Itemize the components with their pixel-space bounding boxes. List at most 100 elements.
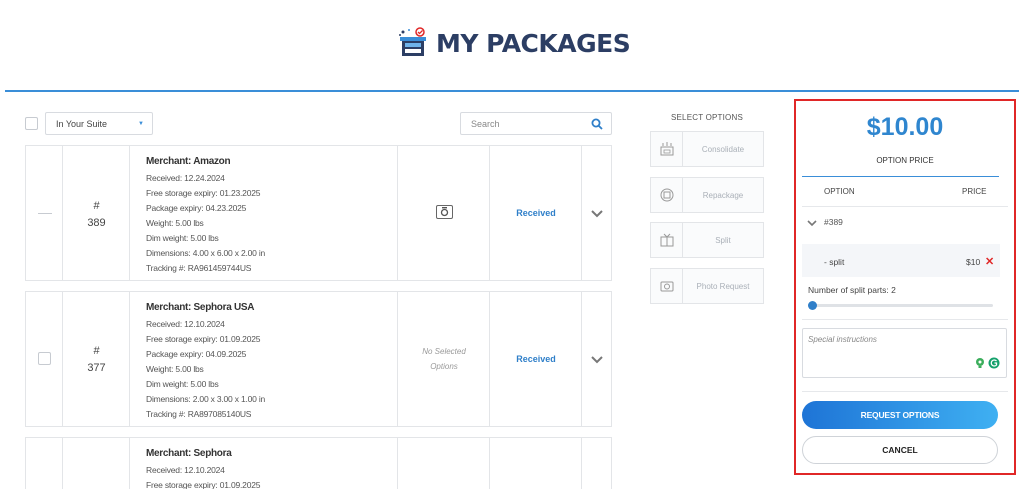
- number-prefix: #: [93, 345, 100, 357]
- split-button[interactable]: Split: [650, 222, 764, 258]
- camera-icon[interactable]: [436, 205, 453, 219]
- photo-request-label: Photo Request: [696, 282, 750, 291]
- package-expiry: Package expiry: 04.23.2025: [146, 203, 247, 213]
- package-details: Merchant: Sephora Received: 12.10.2024 F…: [146, 446, 260, 489]
- no-options-line2: Options: [430, 362, 458, 371]
- chevron-down-icon[interactable]: [590, 209, 604, 219]
- selected-option-row: - split $10 ✕: [802, 244, 1000, 277]
- consolidate-button[interactable]: Consolidate: [650, 131, 764, 167]
- package-number: # 389: [63, 198, 130, 232]
- grammarly-icon[interactable]: [988, 357, 1000, 369]
- packages-icon: [399, 27, 426, 56]
- package-checkbox[interactable]: [38, 352, 51, 365]
- special-instructions-input[interactable]: Special instructions: [802, 328, 1007, 378]
- expand-col: [582, 146, 612, 280]
- consolidate-icon: [660, 142, 674, 156]
- page-header: MY PACKAGES: [0, 0, 1024, 92]
- lightbulb-icon[interactable]: [974, 357, 986, 369]
- photo-col: [398, 146, 490, 280]
- select-col: [26, 292, 63, 426]
- search-icon[interactable]: [591, 118, 603, 130]
- expand-col: [582, 438, 612, 489]
- suite-filter-value: In Your Suite: [56, 119, 108, 129]
- select-options-title: SELECT OPTIONS: [670, 113, 743, 122]
- option-price-label: OPTION PRICE: [876, 156, 934, 165]
- textarea-separator: [802, 391, 1008, 392]
- disabled-checkbox: [38, 213, 52, 214]
- number-value: 377: [87, 362, 106, 374]
- chevron-down-icon[interactable]: [807, 220, 817, 227]
- slider-handle[interactable]: [808, 301, 817, 310]
- options-summary-panel: $10.00 OPTION PRICE OPTION PRICE #389 - …: [794, 99, 1016, 475]
- status-col: Received: [490, 292, 582, 426]
- camera-icon: [660, 281, 674, 292]
- tracking-number: Tracking #: RA961459744US: [146, 263, 252, 273]
- chevron-down-icon[interactable]: [590, 355, 604, 365]
- package-details: Merchant: Sephora USA Received: 12.10.20…: [146, 300, 265, 422]
- title-wrap: MY PACKAGES: [396, 26, 631, 60]
- select-all-checkbox[interactable]: [25, 117, 38, 130]
- status-col: [490, 438, 582, 489]
- repackage-icon-box: [651, 178, 683, 212]
- request-options-button[interactable]: REQUEST OPTIONS: [802, 401, 998, 429]
- options-col: [398, 438, 490, 489]
- photo-request-button[interactable]: Photo Request: [650, 268, 764, 304]
- repackage-button[interactable]: Repackage: [650, 177, 764, 213]
- cancel-button[interactable]: CANCEL: [802, 436, 998, 464]
- number-value: 389: [87, 217, 106, 229]
- page-title: MY PACKAGES: [436, 28, 631, 58]
- status-badge: Received: [516, 354, 556, 364]
- status-badge: Received: [516, 208, 556, 218]
- weight: Weight: 5.00 lbs: [146, 364, 204, 374]
- merchant: Merchant: Sephora: [146, 448, 232, 459]
- split-parts-slider[interactable]: [810, 304, 993, 307]
- slider-separator: [802, 319, 1008, 320]
- consolidate-label: Consolidate: [701, 145, 745, 154]
- column-header-price: PRICE: [962, 187, 987, 196]
- status-col: Received: [490, 146, 582, 280]
- dimensions: Dimensions: 2.00 x 3.00 x 1.00 in: [146, 394, 266, 404]
- received-date: Received: 12.24.2024: [146, 173, 225, 183]
- column-header-option: OPTION: [824, 187, 855, 196]
- select-col: [26, 438, 63, 489]
- merchant: Merchant: Amazon: [146, 156, 231, 167]
- search-placeholder: Search: [471, 119, 500, 129]
- free-storage-expiry: Free storage expiry: 01.23.2025: [146, 188, 261, 198]
- package-card[interactable]: # 389 Merchant: Amazon Received: 12.24.2…: [25, 145, 612, 281]
- package-card[interactable]: Merchant: Sephora Received: 12.10.2024 F…: [25, 437, 612, 489]
- dim-weight: Dim weight: 5.00 lbs: [146, 379, 219, 389]
- tracking-number: Tracking #: RA897085140US: [146, 409, 252, 419]
- instructions-placeholder: Special instructions: [808, 335, 877, 344]
- expand-col: [582, 292, 612, 426]
- repackage-label: Repackage: [702, 191, 744, 200]
- received-date: Received: 12.10.2024: [146, 465, 225, 475]
- weight: Weight: 5.00 lbs: [146, 218, 204, 228]
- number-col: # 389: [63, 146, 130, 280]
- no-options-line1: No Selected: [422, 347, 466, 356]
- number-prefix: #: [93, 200, 100, 212]
- repackage-icon: [660, 188, 674, 202]
- photo-icon-box: [651, 269, 683, 303]
- package-card[interactable]: # 377 Merchant: Sephora USA Received: 12…: [25, 291, 612, 427]
- header-separator: [802, 206, 1008, 207]
- suite-filter-select[interactable]: In Your Suite ▼: [45, 112, 153, 135]
- selected-package-number: #389: [824, 217, 843, 227]
- details-col: Merchant: Amazon Received: 12.24.2024 Fr…: [130, 146, 398, 280]
- free-storage-expiry: Free storage expiry: 01.09.2025: [146, 480, 261, 489]
- search-input[interactable]: Search: [460, 112, 612, 135]
- option-name: - split: [824, 257, 845, 267]
- option-price-value: $10.00: [866, 113, 944, 141]
- package-details: Merchant: Amazon Received: 12.24.2024 Fr…: [146, 154, 265, 276]
- merchant: Merchant: Sephora USA: [146, 302, 255, 313]
- dimensions: Dimensions: 4.00 x 6.00 x 2.00 in: [146, 248, 266, 258]
- caret-down-icon: ▼: [138, 121, 144, 127]
- split-icon: [660, 233, 674, 247]
- options-col: No Selected Options: [398, 292, 490, 426]
- no-options-text: No Selected Options: [398, 344, 490, 374]
- remove-option-icon[interactable]: ✕: [985, 255, 994, 268]
- split-label: Split: [715, 236, 731, 245]
- received-date: Received: 12.10.2024: [146, 319, 225, 329]
- option-price: $10: [966, 257, 981, 267]
- price-divider: [802, 176, 999, 177]
- number-col: [63, 438, 130, 489]
